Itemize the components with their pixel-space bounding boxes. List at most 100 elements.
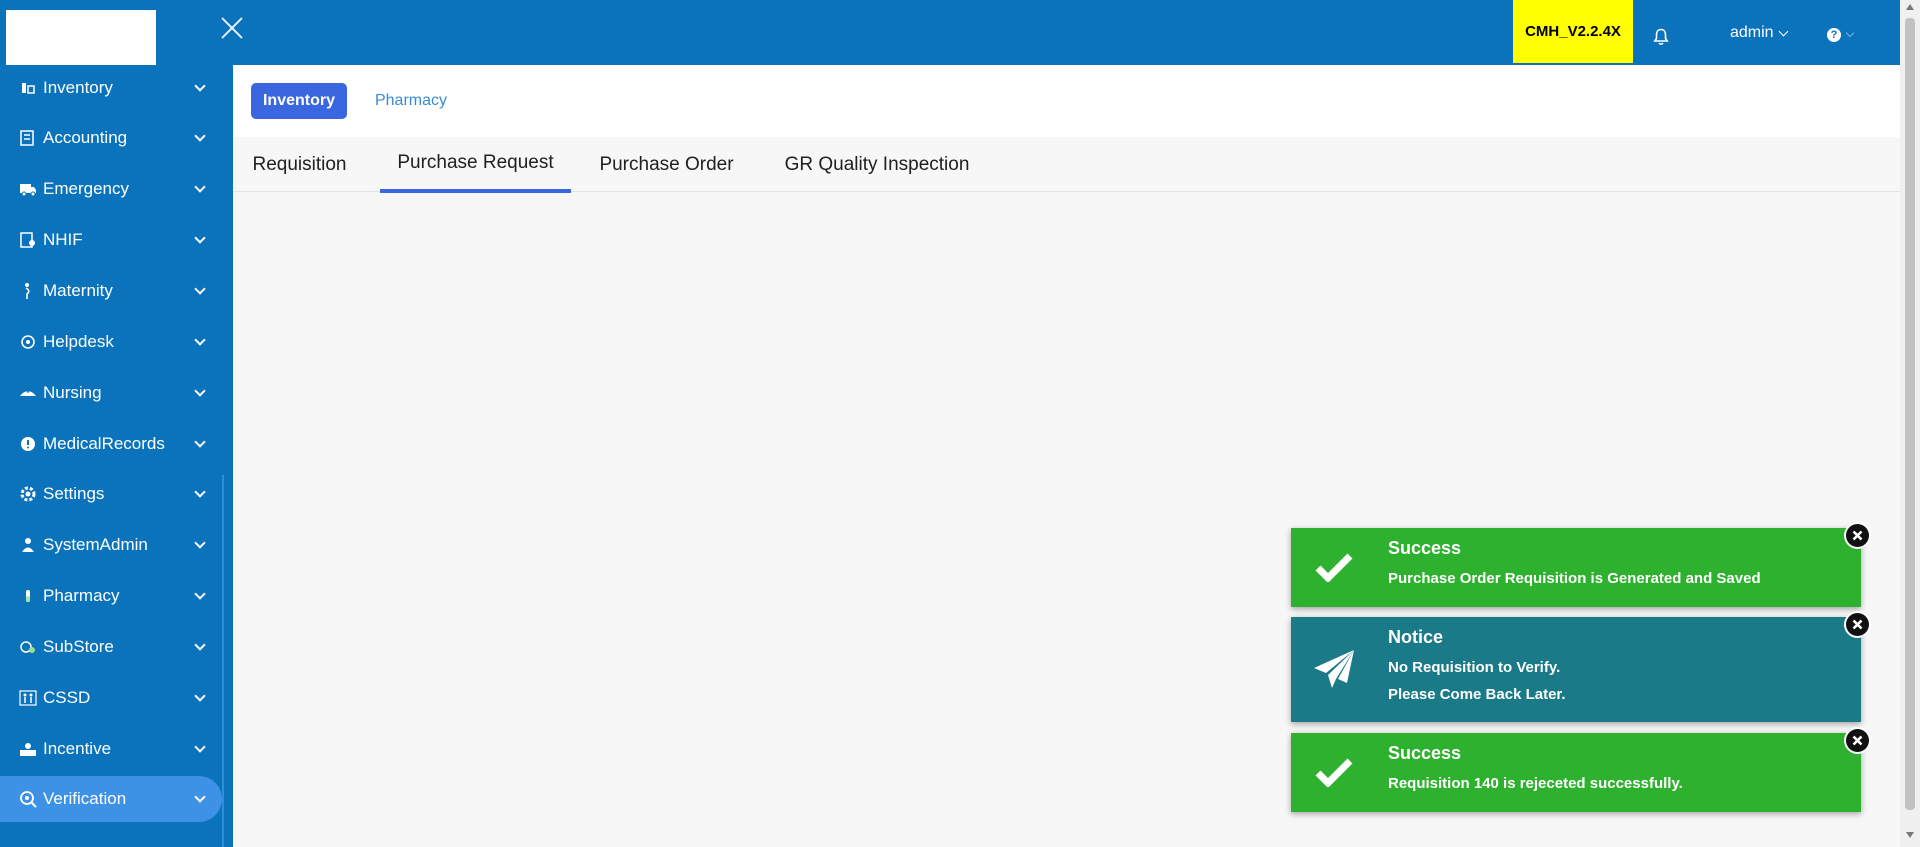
chevron-down-icon	[194, 639, 206, 651]
toast-title: Success	[1388, 743, 1462, 763]
close-sidebar-icon[interactable]	[218, 14, 246, 42]
sidebar-item-label: Inventory	[43, 78, 113, 97]
scroll-up-icon[interactable]	[1906, 4, 1914, 10]
chevron-down-icon	[194, 334, 206, 346]
chevron-down-icon	[194, 791, 206, 803]
sidebar-item-label: Helpdesk	[43, 332, 114, 351]
chevron-down-icon	[194, 588, 206, 600]
sidebar-item-label: Incentive	[43, 739, 112, 758]
sidebar-item-incentive[interactable]: Incentive	[0, 726, 222, 772]
system-admin-icon	[19, 536, 37, 554]
chevron-down-icon	[194, 741, 206, 753]
help-icon: ?	[1827, 28, 1841, 42]
chevron-down-icon	[194, 181, 206, 193]
chevron-down-icon	[194, 436, 206, 448]
sidebar-item-systemadmin[interactable]: SystemAdmin	[0, 522, 222, 568]
tab-pharmacy[interactable]: Pharmacy	[363, 83, 459, 119]
toast-success: Success Purchase Order Requisition is Ge…	[1291, 522, 1871, 607]
tab-purchase-request[interactable]: Purchase Request	[380, 137, 571, 193]
module-tab-bar: Inventory Pharmacy	[233, 65, 1900, 137]
accounting-icon	[19, 129, 37, 147]
inventory-icon	[19, 79, 37, 97]
tab-purchase-order[interactable]: Purchase Order	[585, 137, 748, 193]
chevron-down-icon	[194, 130, 206, 142]
tab-requisition[interactable]: Requisition	[233, 137, 366, 193]
toast-message: Purchase Order Requisition is Generated …	[1388, 570, 1761, 587]
sidebar-item-helpdesk[interactable]: Helpdesk	[0, 319, 222, 365]
chevron-down-icon	[194, 690, 206, 702]
sidebar-item-cssd[interactable]: CSSD	[0, 675, 222, 721]
pharmacy-icon	[19, 587, 37, 605]
sidebar-scrollbar[interactable]	[222, 475, 224, 847]
sidebar-item-label: Accounting	[43, 128, 128, 147]
maternity-icon	[19, 282, 37, 300]
sidebar-item-label: Maternity	[43, 281, 113, 300]
chevron-down-icon	[194, 486, 206, 498]
sidebar-item-substore[interactable]: SubStore	[0, 624, 222, 670]
help-menu[interactable]: ?	[1827, 28, 1855, 42]
toast-message: Requisition 140 is rejeceted successfull…	[1388, 775, 1683, 792]
user-menu[interactable]: admin	[1730, 24, 1789, 42]
helpdesk-icon	[19, 333, 37, 351]
chevron-down-icon	[194, 537, 206, 549]
tab-inventory[interactable]: Inventory	[251, 83, 347, 119]
scrollbar-thumb[interactable]	[1905, 18, 1915, 810]
page-scrollbar[interactable]	[1900, 0, 1920, 847]
sidebar-item-label: Nursing	[43, 383, 102, 402]
sidebar-item-label: SystemAdmin	[43, 535, 148, 554]
checkmark-icon	[1309, 542, 1359, 592]
close-icon	[1846, 613, 1869, 636]
sidebar-item-maternity[interactable]: Maternity	[0, 268, 222, 314]
chevron-down-icon	[1845, 28, 1855, 38]
sidebar-item-medicalrecords[interactable]: MedicalRecords	[0, 421, 222, 467]
sidebar: Inventory Accounting Emergency NHIF Mate…	[0, 65, 233, 847]
verification-icon	[19, 790, 37, 808]
sidebar-item-nursing[interactable]: Nursing	[0, 370, 222, 416]
sidebar-item-settings[interactable]: Settings	[0, 471, 222, 517]
chevron-down-icon	[194, 385, 206, 397]
sidebar-item-label: SubStore	[43, 637, 114, 656]
toast-message: No Requisition to Verify.	[1388, 659, 1561, 676]
sidebar-item-accounting[interactable]: Accounting	[0, 115, 222, 161]
toast-close-button[interactable]	[1844, 522, 1871, 549]
chevron-down-icon	[194, 283, 206, 295]
toast-message: Please Come Back Later.	[1388, 686, 1566, 703]
toast-title: Notice	[1388, 627, 1444, 647]
sub-tab-bar: Requisition Purchase Request Purchase Or…	[233, 137, 1900, 193]
toast-title: Success	[1388, 538, 1462, 558]
sidebar-item-label: Settings	[43, 484, 105, 503]
toast-success: Success Requisition 140 is rejeceted suc…	[1291, 727, 1871, 812]
chevron-down-icon	[194, 80, 206, 92]
sidebar-item-label: MedicalRecords	[43, 434, 165, 453]
incentive-icon	[19, 740, 37, 758]
sidebar-item-emergency[interactable]: Emergency	[0, 166, 222, 212]
sidebar-item-label: Emergency	[43, 179, 129, 198]
checkmark-icon	[1309, 747, 1359, 797]
cssd-icon	[19, 689, 37, 707]
scroll-down-icon[interactable]	[1906, 832, 1914, 838]
paper-plane-icon	[1309, 644, 1359, 694]
ambulance-icon	[19, 180, 37, 198]
medical-records-icon	[19, 435, 37, 453]
sidebar-item-label: Pharmacy	[43, 586, 120, 605]
toast-close-button[interactable]	[1844, 727, 1871, 754]
settings-icon	[19, 485, 37, 503]
close-icon	[1846, 729, 1869, 752]
sidebar-item-inventory[interactable]: Inventory	[0, 65, 222, 111]
sidebar-item-label: CSSD	[43, 688, 91, 707]
logo[interactable]	[6, 10, 156, 66]
sidebar-item-pharmacy[interactable]: Pharmacy	[0, 573, 222, 619]
nursing-icon	[19, 384, 37, 402]
notification-bell-icon[interactable]	[1653, 28, 1669, 46]
version-badge: CMH_V2.2.4X	[1513, 0, 1633, 63]
toast-notice: Notice No Requisition to Verify. Please …	[1291, 611, 1871, 722]
sidebar-item-nhif[interactable]: NHIF	[0, 217, 222, 263]
sidebar-item-verification[interactable]: Verification	[0, 776, 222, 822]
chevron-down-icon	[194, 232, 206, 244]
substore-icon	[19, 638, 37, 656]
toast-close-button[interactable]	[1844, 611, 1871, 638]
chevron-down-icon	[1778, 26, 1789, 36]
tab-gr-quality-inspection[interactable]: GR Quality Inspection	[768, 137, 986, 193]
nhif-icon	[19, 231, 37, 249]
sidebar-item-label: NHIF	[43, 230, 83, 249]
